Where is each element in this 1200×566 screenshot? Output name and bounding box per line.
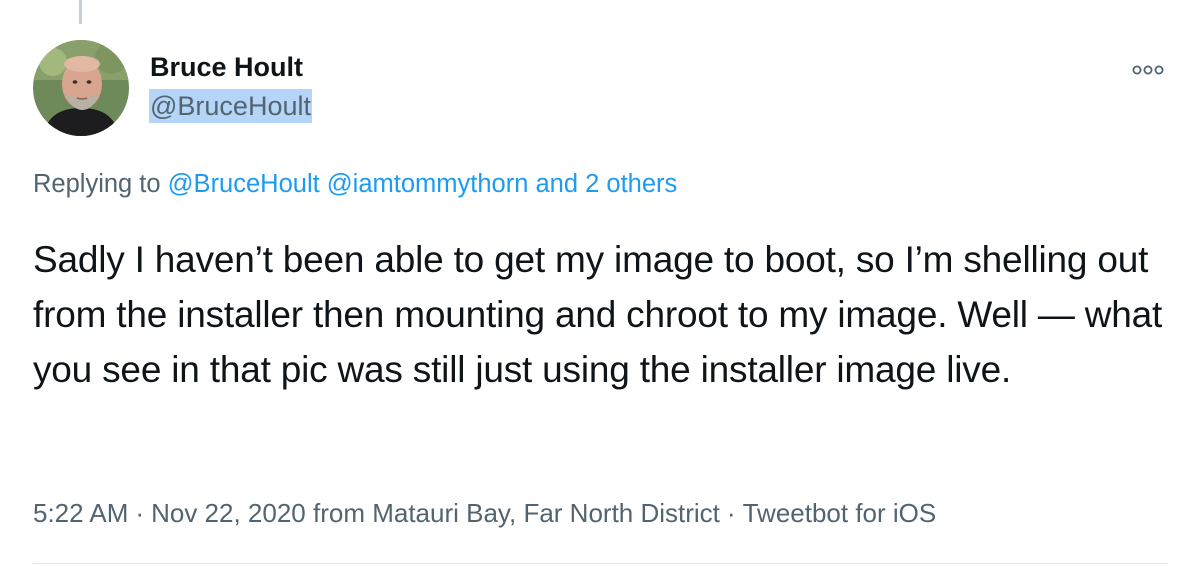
mention-link[interactable]: @BruceHoult: [168, 170, 320, 198]
avatar[interactable]: [33, 40, 129, 136]
mention-link[interactable]: @iamtommythorn: [327, 170, 529, 198]
author-display-name[interactable]: Bruce Hoult: [150, 52, 303, 83]
others-link[interactable]: and 2 others: [536, 170, 678, 198]
more-icon: [1132, 65, 1164, 75]
tweet-text: Sadly I haven’t been able to get my imag…: [33, 239, 1163, 390]
author-handle[interactable]: @BruceHoult: [149, 89, 312, 123]
avatar-image: [33, 40, 129, 136]
divider: [33, 563, 1168, 564]
tweet-time[interactable]: 5:22 AM: [33, 498, 128, 528]
tweet-date[interactable]: Nov 22, 2020: [151, 498, 306, 528]
more-options-button[interactable]: [1130, 60, 1166, 80]
meta-separator: ·: [135, 498, 145, 528]
tweet-location[interactable]: from Matauri Bay, Far North District: [313, 498, 720, 528]
meta-separator: ·: [726, 498, 736, 528]
replying-to-line: Replying to @BruceHoult @iamtommythorn a…: [33, 170, 677, 199]
replying-to-label: Replying to: [33, 170, 161, 198]
tweet-source[interactable]: Tweetbot for iOS: [743, 498, 937, 528]
tweet-metadata: 5:22 AM · Nov 22, 2020 from Matauri Bay, F…: [33, 498, 936, 529]
thread-connector-line: [79, 0, 82, 24]
